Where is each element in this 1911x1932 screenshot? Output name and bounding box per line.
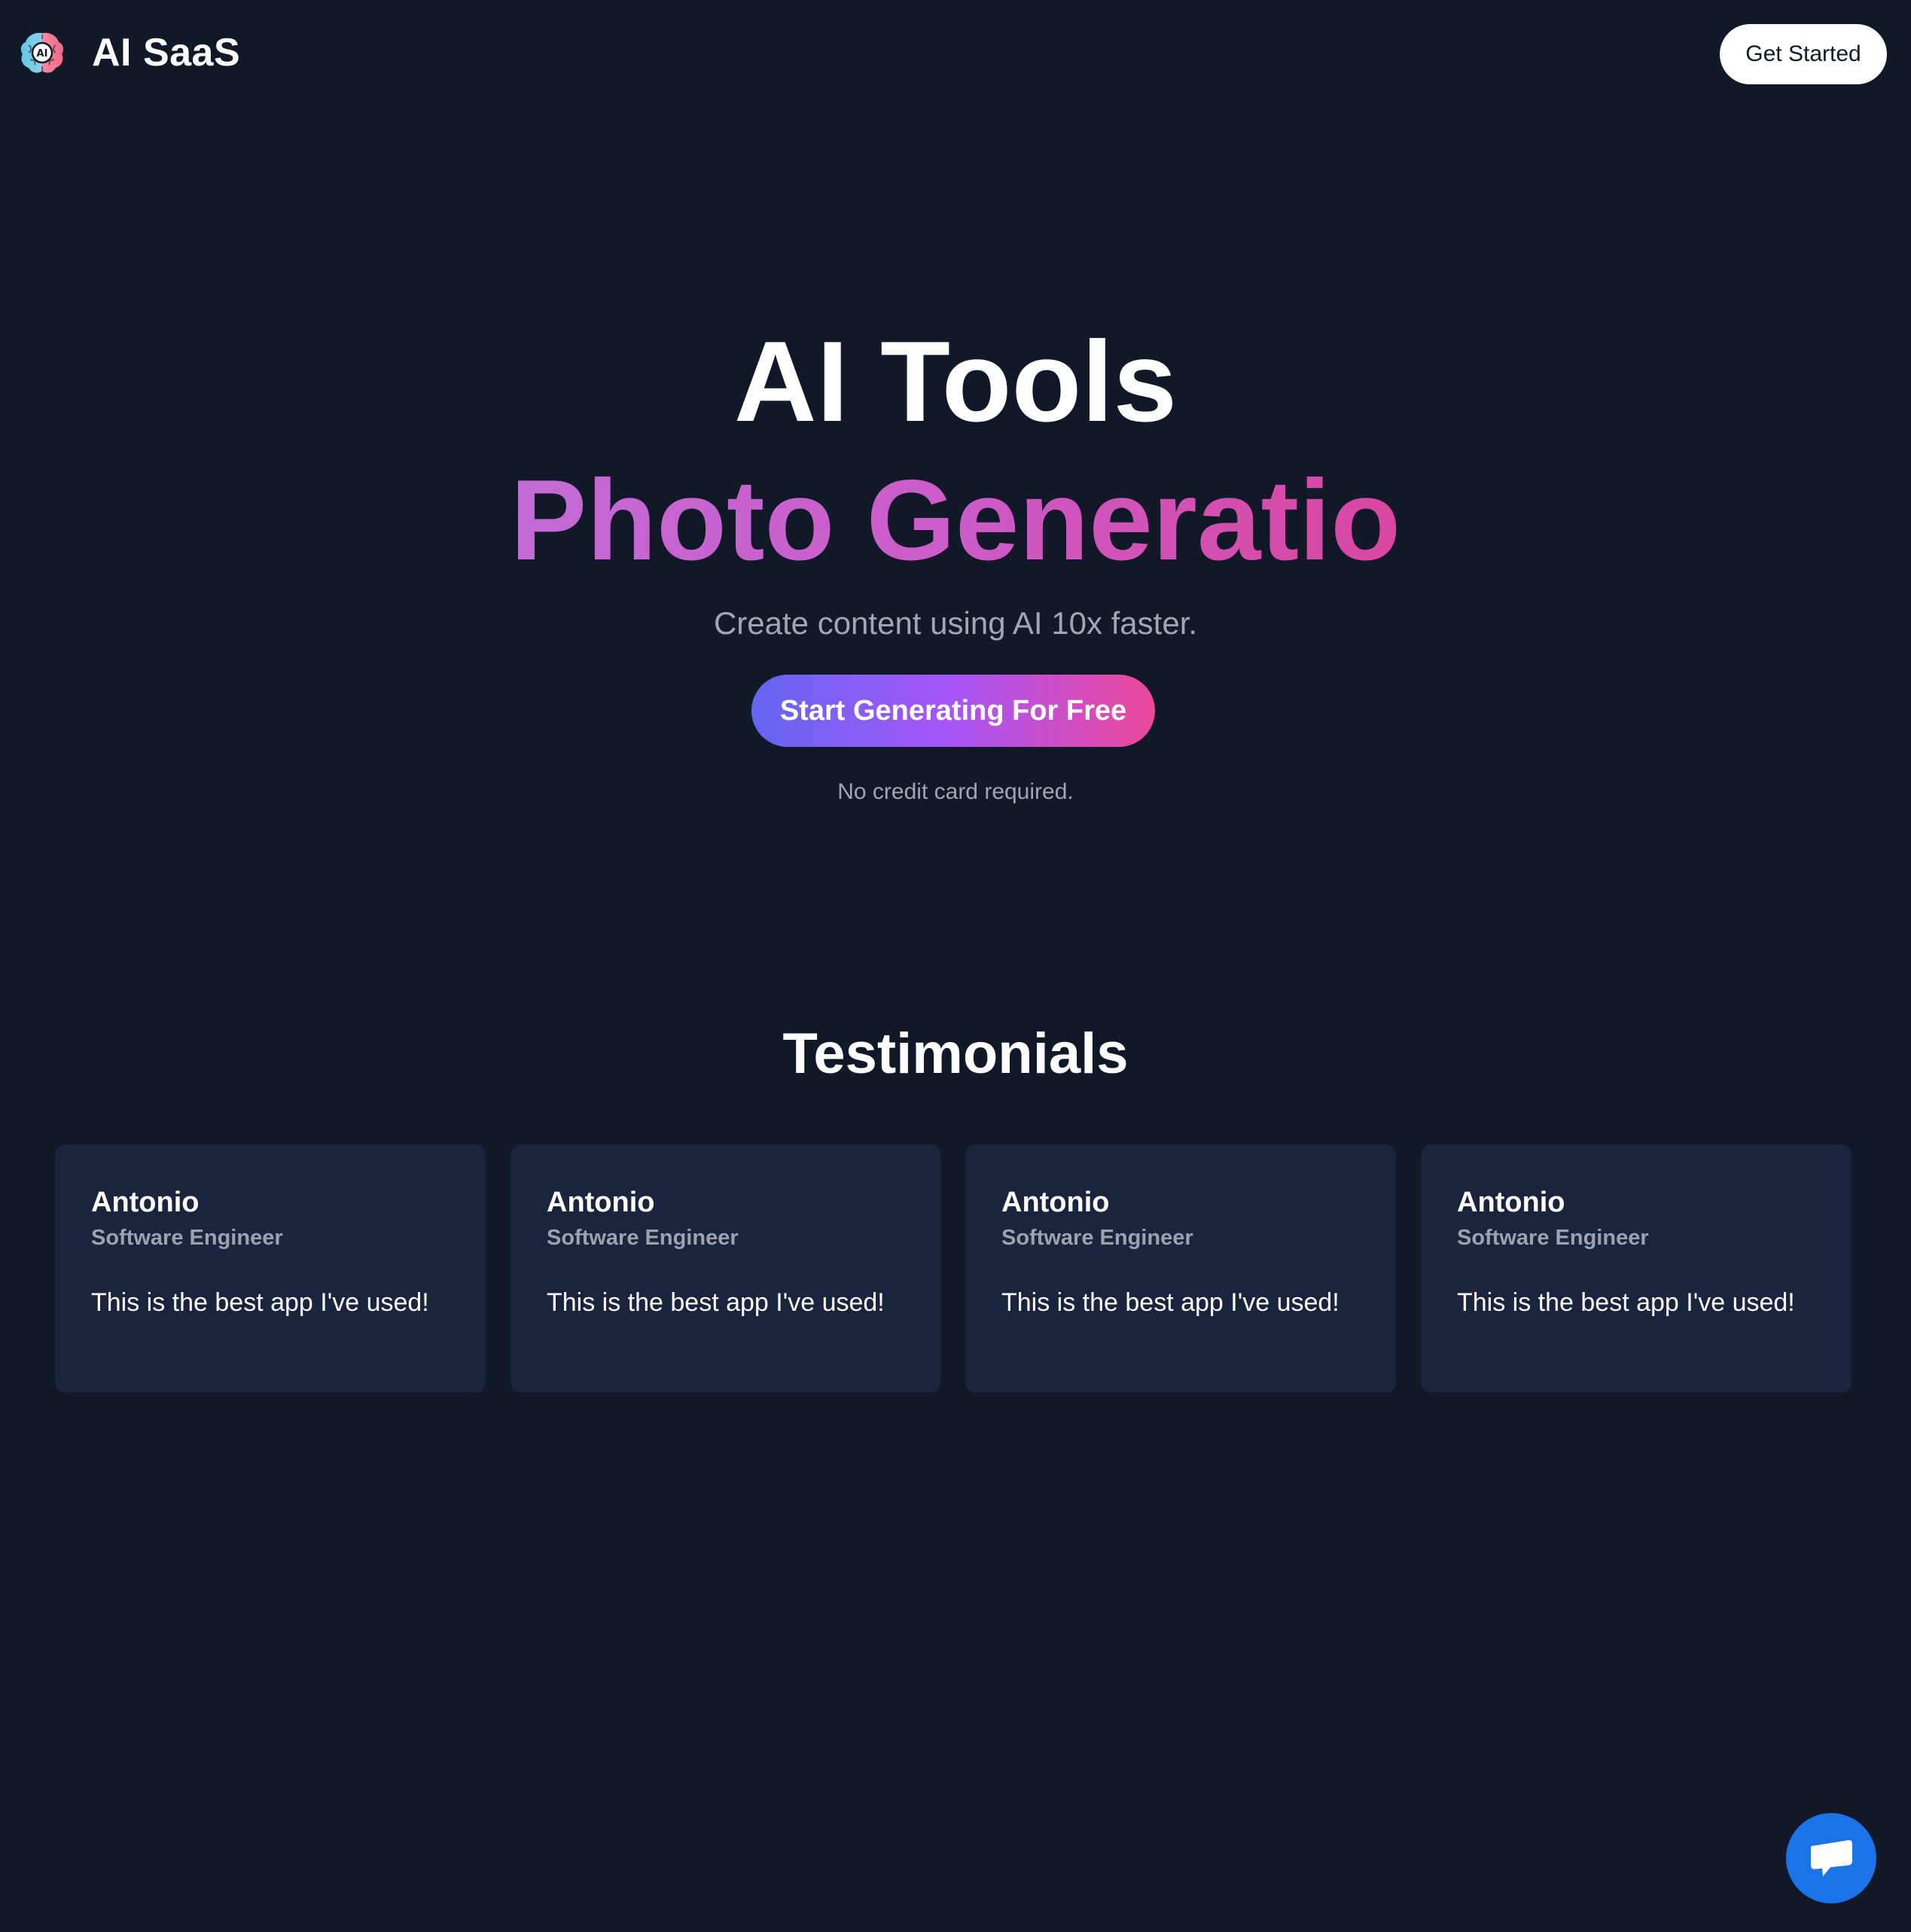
testimonial-name: Antonio <box>1457 1187 1565 1218</box>
navbar: AI AI SaaS Get Started <box>0 0 1911 108</box>
hero-subtitle: Create content using AI 10x faster. <box>713 605 1198 641</box>
testimonial-role: Software Engineer <box>91 1226 283 1250</box>
testimonial-role: Software Engineer <box>547 1226 739 1250</box>
logo-text: AI SaaS <box>92 31 241 75</box>
testimonial-role: Software Engineer <box>1001 1226 1193 1250</box>
typewriter-text: Photo Generatio <box>510 456 1401 584</box>
testimonial-quote: This is the best app I've used! <box>547 1288 885 1317</box>
get-started-button[interactable]: Get Started <box>1720 24 1887 84</box>
testimonial-name: Antonio <box>547 1187 655 1218</box>
hero-rotating-text: Photo Generatio <box>0 456 1911 584</box>
testimonial-quote: This is the best app I've used! <box>1457 1288 1795 1317</box>
testimonial-card: Antonio Software Engineer This is the be… <box>55 1144 486 1393</box>
testimonial-name: Antonio <box>91 1187 200 1218</box>
testimonials-title: Testimonials <box>782 1022 1129 1086</box>
landing-page: AI AI SaaS Get Started AI Tools Photo Ge… <box>0 0 1911 1932</box>
logo-link[interactable]: AI AI SaaS <box>18 29 240 77</box>
testimonial-card: Antonio Software Engineer This is the be… <box>1421 1144 1852 1393</box>
brain-ai-icon: AI <box>20 32 64 73</box>
testimonial-card: Antonio Software Engineer This is the be… <box>965 1144 1396 1393</box>
testimonial-name: Antonio <box>1001 1187 1110 1218</box>
testimonial-role: Software Engineer <box>1457 1226 1649 1250</box>
testimonial-quote: This is the best app I've used! <box>91 1288 429 1317</box>
testimonial-quote: This is the best app I've used! <box>1001 1288 1340 1317</box>
no-credit-card-note: No credit card required. <box>837 779 1074 804</box>
start-generating-button[interactable]: Start Generating For Free <box>751 675 1155 747</box>
chat-widget-button[interactable] <box>1786 1813 1876 1903</box>
chat-bubble-icon <box>1811 1839 1852 1876</box>
svg-text:AI: AI <box>37 48 48 59</box>
testimonial-card: Antonio Software Engineer This is the be… <box>511 1144 941 1393</box>
hero-title: AI Tools <box>733 318 1178 446</box>
